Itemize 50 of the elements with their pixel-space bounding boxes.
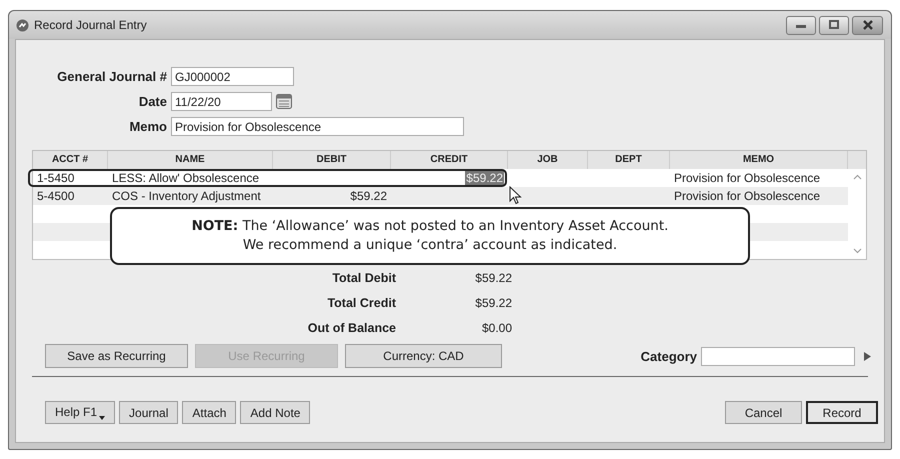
column-header[interactable]: NAME — [108, 151, 273, 169]
field-label: Category — [640, 348, 697, 364]
field-label: General Journal # — [56, 69, 167, 84]
table-cell: Provision for Obsolescence — [674, 189, 820, 203]
minimize-button[interactable] — [786, 16, 816, 34]
table-cell: COS - Inventory Adjustment — [112, 189, 261, 203]
field-label: Memo — [128, 119, 167, 134]
table-cell: $59.22 — [350, 189, 387, 203]
footer-button[interactable]: Help F1 — [45, 401, 116, 424]
total-label: Out of Balance — [306, 321, 396, 335]
total-label: Total Credit — [326, 296, 396, 310]
calendar-icon[interactable] — [276, 94, 292, 109]
column-header[interactable]: MEMO — [670, 151, 848, 169]
total-value: $59.22 — [474, 271, 512, 285]
footer-button[interactable]: Journal — [119, 401, 178, 424]
cursor-icon — [509, 186, 522, 205]
column-header[interactable]: DEBIT — [273, 151, 391, 169]
total-value: $59.22 — [474, 296, 512, 310]
close-icon — [862, 20, 874, 30]
footer-button[interactable]: Cancel — [725, 401, 802, 424]
column-header[interactable]: DEPT — [588, 151, 670, 169]
action-button[interactable]: Save as Recurring — [45, 344, 188, 368]
note-text: NOTE: The ‘Allowance’ was not posted to an Inventory Asset Account. We recommend a unique ‘contra’ account as indicated. — [192, 217, 668, 255]
window-title: Record Journal Entry — [34, 18, 147, 32]
column-header[interactable]: ACCT # — [33, 151, 108, 169]
app-icon — [16, 18, 29, 32]
column-header[interactable]: JOB — [508, 151, 588, 169]
field-label: Date — [138, 94, 167, 109]
scroll-down-icon[interactable] — [852, 248, 862, 254]
maximize-icon — [828, 20, 840, 30]
footer-button[interactable]: Record — [806, 401, 878, 424]
table-cell: 5-4500 — [37, 189, 74, 203]
input-field[interactable]: Provision for Obsolescence — [171, 117, 464, 136]
table-cell: $59.22 — [465, 171, 504, 185]
table-cell: 1-5450 — [37, 171, 74, 185]
column-header[interactable]: CREDIT — [391, 151, 508, 169]
table-cell: Provision for Obsolescence — [674, 171, 820, 185]
scroll-up-icon[interactable] — [852, 174, 862, 180]
category-field[interactable] — [701, 346, 855, 366]
maximize-button[interactable] — [819, 16, 849, 34]
total-label: Total Debit — [331, 271, 396, 285]
input-field[interactable]: GJ000002 — [171, 67, 294, 86]
table-cell: LESS: Allow' Obsolescence — [112, 171, 260, 185]
footer-button[interactable]: Add Note — [240, 401, 310, 424]
action-button[interactable]: Currency: CAD — [345, 344, 502, 368]
arrow-right-icon[interactable] — [863, 350, 872, 362]
input-field[interactable]: 11/22/20 — [171, 92, 272, 111]
footer-button[interactable]: Attach — [182, 401, 236, 424]
total-value: $0.00 — [480, 321, 512, 335]
close-button[interactable] — [852, 16, 883, 34]
